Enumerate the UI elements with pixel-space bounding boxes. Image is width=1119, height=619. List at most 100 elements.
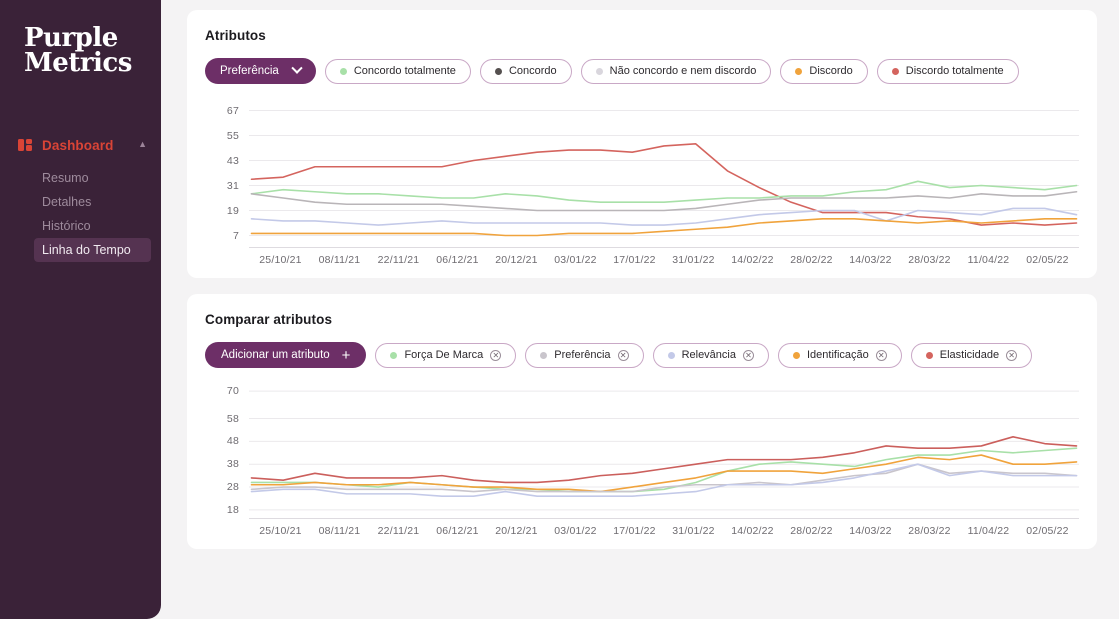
- y-axis-atributos: 67 55 43 31 19 7: [203, 98, 239, 248]
- sidebar-nav: Dashboard ▲ Resumo Detalhes Histórico Li…: [0, 132, 161, 263]
- x-tick-label: 20/12/21: [495, 525, 538, 537]
- y-axis-comparar: 70 58 48 38 28 18: [203, 382, 239, 519]
- legend-label: Concordo: [508, 65, 557, 77]
- add-attribute-button[interactable]: Adicionar um atributo +: [205, 342, 367, 368]
- brand-logo: Purple Metrics: [0, 0, 161, 76]
- legend-pill-elasticidade[interactable]: Elasticidade ✕: [910, 342, 1033, 368]
- remove-circle-icon[interactable]: ✕: [490, 349, 502, 361]
- sidebar: Purple Metrics Dashboard ▲ Resumo Detalh…: [0, 0, 161, 619]
- y-tick-label: 7: [232, 229, 239, 242]
- x-tick-label: 11/04/22: [967, 254, 1010, 266]
- line-chart-svg-atributos: [249, 98, 1079, 248]
- x-tick-label: 22/11/21: [377, 525, 420, 537]
- legend-label: Força De Marca: [404, 349, 484, 361]
- x-tick-label: 03/01/22: [554, 254, 597, 266]
- x-tick-label: 28/03/22: [908, 525, 951, 537]
- chart-atributos: 67 55 43 31 19 7 25/10/21 08/11/21 22/11/21 06/1…: [203, 98, 1079, 266]
- legend-dot: [667, 351, 675, 359]
- main-content: Atributos Preferência Concordo totalment…: [161, 0, 1119, 619]
- legend-dot: [891, 67, 899, 75]
- x-tick-label: 17/01/22: [613, 525, 656, 537]
- x-tick-label: 06/12/21: [436, 254, 479, 266]
- y-tick-label: 19: [226, 204, 239, 217]
- x-tick-label: 03/01/22: [554, 525, 597, 537]
- card-comparar-atributos: Comparar atributos Adicionar um atributo…: [187, 294, 1097, 549]
- x-tick-label: 25/10/21: [259, 525, 302, 537]
- x-tick-label: 02/05/22: [1026, 525, 1069, 537]
- legend-label: Elasticidade: [939, 349, 1000, 361]
- y-tick-label: 18: [226, 503, 239, 516]
- remove-circle-icon[interactable]: ✕: [1006, 349, 1018, 361]
- x-tick-label: 06/12/21: [436, 525, 479, 537]
- legend-dot: [390, 351, 398, 359]
- x-tick-label: 14/02/22: [731, 254, 774, 266]
- y-tick-label: 55: [226, 129, 239, 142]
- x-axis-comparar: 25/10/21 08/11/21 22/11/21 06/12/21 20/12/21…: [249, 525, 1079, 537]
- y-tick-label: 31: [226, 179, 239, 192]
- sidebar-subnav: Resumo Detalhes Histórico Linha do Tempo: [0, 166, 161, 263]
- legend-label: Preferência: [554, 349, 611, 361]
- sidebar-item-resumo[interactable]: Resumo: [34, 166, 151, 190]
- y-tick-label: 67: [226, 104, 239, 117]
- legend-label: Identificação: [806, 349, 869, 361]
- legend-dot: [339, 67, 347, 75]
- legend-pill-concordo-totalmente[interactable]: Concordo totalmente: [324, 58, 471, 84]
- x-tick-label: 11/04/22: [967, 525, 1010, 537]
- sidebar-group-label: Dashboard: [42, 137, 114, 153]
- legend-dot: [795, 67, 803, 75]
- x-tick-label: 14/03/22: [849, 525, 892, 537]
- x-tick-label: 08/11/21: [318, 254, 361, 266]
- sidebar-item-historico[interactable]: Histórico: [34, 214, 151, 238]
- legend-dot: [925, 351, 933, 359]
- legend-dot: [595, 67, 603, 75]
- x-tick-label: 08/11/21: [318, 525, 361, 537]
- y-tick-label: 48: [226, 435, 239, 448]
- remove-circle-icon[interactable]: ✕: [617, 349, 629, 361]
- sidebar-item-linha-do-tempo[interactable]: Linha do Tempo: [34, 238, 151, 263]
- legend-pill-identificacao[interactable]: Identificação ✕: [777, 342, 902, 368]
- series-line: [251, 219, 1076, 236]
- remove-circle-icon[interactable]: ✕: [742, 349, 754, 361]
- x-tick-label: 17/01/22: [613, 254, 656, 266]
- legend-pill-forca-de-marca[interactable]: Força De Marca ✕: [375, 342, 517, 368]
- x-tick-label: 25/10/21: [259, 254, 302, 266]
- legend-pill-discordo-totalmente[interactable]: Discordo totalmente: [876, 58, 1019, 84]
- sidebar-group-dashboard[interactable]: Dashboard ▲: [0, 132, 161, 158]
- sidebar-item-detalhes[interactable]: Detalhes: [34, 190, 151, 214]
- chart-comparar-atributos: 70 58 48 38 28 18 25/10/21 08/11/21 22/11/21 06/…: [203, 382, 1079, 537]
- legend-label: Concordo totalmente: [353, 65, 456, 77]
- page-title-atributos: Atributos: [205, 28, 266, 43]
- x-tick-label: 20/12/21: [495, 254, 538, 266]
- plot-area-comparar: [249, 382, 1079, 519]
- grid-icon: [18, 138, 32, 152]
- line-chart-svg-comparar: [249, 382, 1079, 519]
- legend-pill-nao-concordo-e-nem-discordo[interactable]: Não concordo e nem discordo: [580, 58, 772, 84]
- series-line: [251, 181, 1076, 202]
- x-tick-label: 28/03/22: [908, 254, 951, 266]
- legend-pill-relevancia[interactable]: Relevância ✕: [652, 342, 769, 368]
- chevron-down-icon: [291, 62, 303, 74]
- legend-label: Não concordo e nem discordo: [609, 65, 757, 77]
- add-attribute-label: Adicionar um atributo: [221, 349, 330, 361]
- legend-label: Discordo totalmente: [905, 65, 1004, 77]
- app-root: Purple Metrics Dashboard ▲ Resumo Detalh…: [0, 0, 1119, 619]
- logo-line-2: Metrics: [24, 48, 132, 79]
- card-atributos: Atributos Preferência Concordo totalment…: [187, 10, 1097, 278]
- y-tick-label: 70: [226, 385, 239, 398]
- y-tick-label: 38: [226, 458, 239, 471]
- legend-pill-discordo[interactable]: Discordo: [780, 58, 868, 84]
- attribute-selector-button[interactable]: Preferência: [205, 58, 316, 84]
- attribute-selector-label: Preferência: [220, 65, 279, 77]
- y-tick-label: 43: [226, 154, 239, 167]
- x-tick-label: 14/03/22: [849, 254, 892, 266]
- page-title-comparar-atributos: Comparar atributos: [205, 312, 333, 327]
- x-tick-label: 28/02/22: [790, 254, 833, 266]
- remove-circle-icon[interactable]: ✕: [875, 349, 887, 361]
- chevron-up-icon[interactable]: ▲: [138, 139, 147, 149]
- x-tick-label: 31/01/22: [672, 525, 715, 537]
- x-tick-label: 22/11/21: [377, 254, 420, 266]
- legend-pill-concordo[interactable]: Concordo: [479, 58, 572, 84]
- legend-pill-preferencia[interactable]: Preferência ✕: [525, 342, 644, 368]
- x-axis-atributos: 25/10/21 08/11/21 22/11/21 06/12/21 20/12/21…: [249, 254, 1079, 266]
- x-tick-label: 28/02/22: [790, 525, 833, 537]
